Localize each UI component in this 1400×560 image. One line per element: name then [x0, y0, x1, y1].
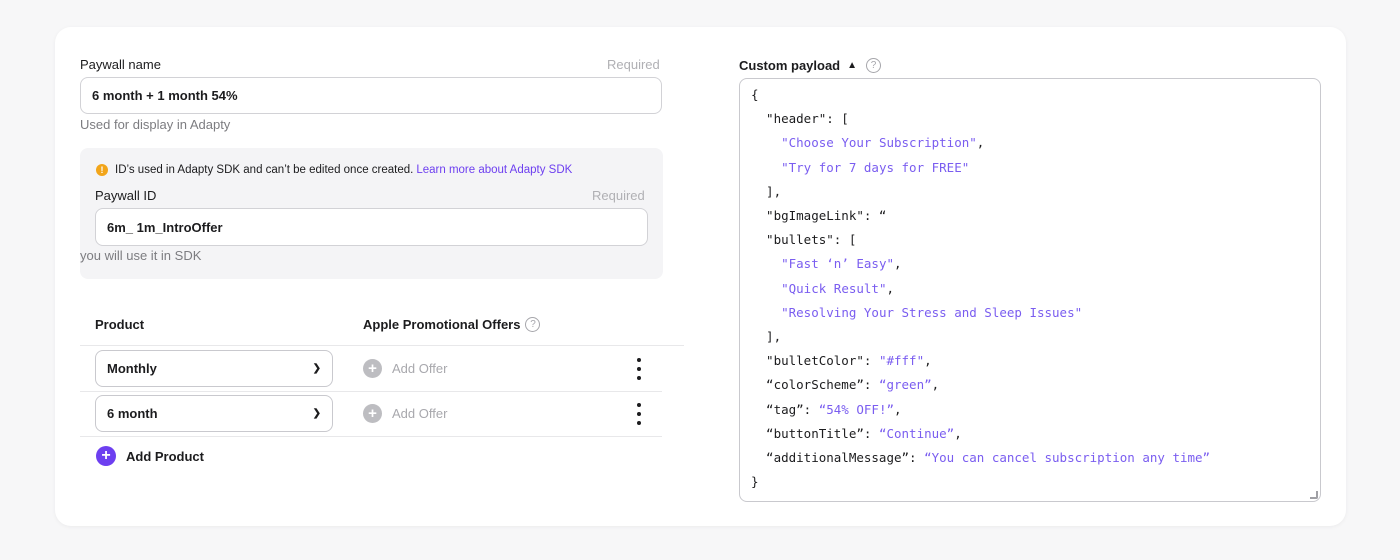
plus-icon: + — [96, 446, 116, 466]
code-text: , — [954, 425, 962, 441]
product-column-header: Product — [95, 317, 145, 332]
paywall-id-input[interactable]: 6m_ 1m_IntroOffer — [95, 208, 648, 246]
code-line: “colorScheme”: “green”, — [751, 377, 939, 392]
product-select[interactable]: 6 month ❯ — [95, 395, 333, 432]
code-line: "bullets": [ — [751, 232, 856, 247]
code-text: “colorScheme”: — [751, 377, 879, 393]
product-select-value: Monthly — [107, 361, 157, 376]
chevron-down-icon: ❯ — [312, 407, 321, 419]
code-line: "Quick Result", — [751, 281, 894, 296]
table-divider — [80, 391, 662, 392]
code-text: ], — [751, 329, 782, 344]
code-line: "Choose Your Subscription", — [751, 135, 984, 150]
help-icon[interactable]: ? — [866, 58, 882, 73]
code-string: “green” — [878, 377, 932, 393]
custom-payload-header[interactable]: Custom payload ▲ ? — [739, 58, 882, 73]
code-text: ], — [751, 183, 782, 199]
add-product-label: Add Product — [126, 448, 204, 464]
code-line: "bgImageLink": “ — [751, 208, 886, 223]
paywall-name-helper: Used for display in Adapty — [80, 117, 231, 132]
code-text: , — [924, 353, 932, 369]
chevron-up-icon[interactable]: ▲ — [847, 60, 857, 71]
paywall-id-info-text: ID’s used in Adapty SDK and can’t be edi… — [115, 164, 414, 176]
paywall-name-value: 6 month + 1 month 54% — [92, 88, 238, 103]
custom-payload-editor[interactable]: { "header": [ "Choose Your Subscription"… — [739, 78, 1321, 502]
code-text: "bgImageLink": “ — [751, 208, 887, 223]
paywall-id-label: Paywall ID — [95, 188, 157, 203]
table-divider — [80, 345, 684, 346]
code-string: "Fast ‘n’ Easy" — [781, 256, 894, 272]
code-text: } — [751, 474, 759, 490]
add-offer-label: Add Offer — [392, 406, 448, 421]
plus-icon: + — [363, 404, 382, 423]
code-text: "header": [ — [751, 111, 849, 127]
paywall-name-label: Paywall name — [80, 57, 161, 72]
code-line: "Try for 7 days for FREE" — [751, 160, 969, 175]
paywall-id-helper: you will use it in SDK — [80, 248, 202, 263]
code-string: “54% OFF!” — [818, 401, 894, 417]
add-offer-button[interactable]: + Add Offer — [363, 359, 447, 378]
add-offer-label: Add Offer — [392, 361, 448, 376]
paywall-id-required: Required — [592, 188, 645, 203]
add-offer-button[interactable]: + Add Offer — [363, 404, 447, 423]
code-text: , — [931, 377, 940, 393]
code-string: “You can cancel subscription any time” — [924, 450, 1211, 465]
code-text: “buttonTitle”: — [751, 425, 879, 441]
code-line: "bulletColor": "#fff", — [751, 353, 932, 368]
code-text: , — [894, 256, 902, 272]
code-text: "bulletColor": — [751, 353, 879, 369]
code-string: “Continue” — [878, 425, 955, 441]
resize-handle-icon[interactable] — [1310, 491, 1318, 499]
plus-icon: + — [363, 359, 382, 378]
row-menu-icon[interactable] — [634, 358, 644, 380]
code-string: "Resolving Your Stress and Sleep Issues" — [781, 304, 1083, 320]
code-text: { — [751, 87, 759, 102]
code-line: “buttonTitle”: “Continue”, — [751, 426, 962, 441]
code-string: "Quick Result" — [781, 280, 887, 296]
help-icon[interactable]: ? — [525, 317, 541, 332]
code-string: "#fff" — [878, 353, 925, 369]
code-line: "header": [ — [751, 111, 849, 126]
paywall-id-info: ! ID’s used in Adapty SDK and can’t be e… — [96, 164, 572, 176]
product-select[interactable]: Monthly ❯ — [95, 350, 333, 387]
table-divider — [80, 436, 662, 437]
code-text: , — [894, 401, 902, 417]
code-string: "Try for 7 days for FREE" — [781, 159, 970, 175]
add-product-button[interactable]: + Add Product — [96, 446, 204, 466]
product-select-value: 6 month — [107, 406, 158, 421]
code-line: ], — [751, 329, 781, 344]
code-line: "Fast ‘n’ Easy", — [751, 256, 902, 272]
code-text: , — [886, 280, 894, 296]
row-menu-icon[interactable] — [634, 403, 644, 425]
custom-payload-title: Custom payload — [739, 58, 841, 73]
paywall-name-input[interactable]: 6 month + 1 month 54% — [80, 77, 662, 114]
paywall-id-value: 6m_ 1m_IntroOffer — [107, 219, 223, 235]
offers-column-header: Apple Promotional Offers ? — [363, 317, 541, 332]
code-line: “additionalMessage”: “You can cancel sub… — [751, 450, 1210, 465]
warning-icon: ! — [96, 164, 108, 176]
code-line: “tag”: “54% OFF!”, — [751, 401, 902, 417]
code-line: } — [751, 474, 759, 489]
code-text: “tag”: — [751, 401, 819, 417]
code-line: ], — [751, 184, 781, 199]
code-text: , — [976, 135, 985, 151]
paywall-name-required: Required — [607, 57, 660, 72]
code-line: "Resolving Your Stress and Sleep Issues" — [751, 305, 1082, 320]
code-text: "bullets": [ — [751, 232, 857, 248]
offers-column-title: Apple Promotional Offers — [363, 317, 521, 332]
learn-more-link[interactable]: Learn more about Adapty SDK — [416, 164, 572, 176]
code-line: { — [751, 87, 759, 102]
code-string: "Choose Your Subscription" — [781, 135, 977, 151]
chevron-down-icon: ❯ — [312, 362, 321, 374]
code-text: “additionalMessage”: — [751, 450, 925, 465]
